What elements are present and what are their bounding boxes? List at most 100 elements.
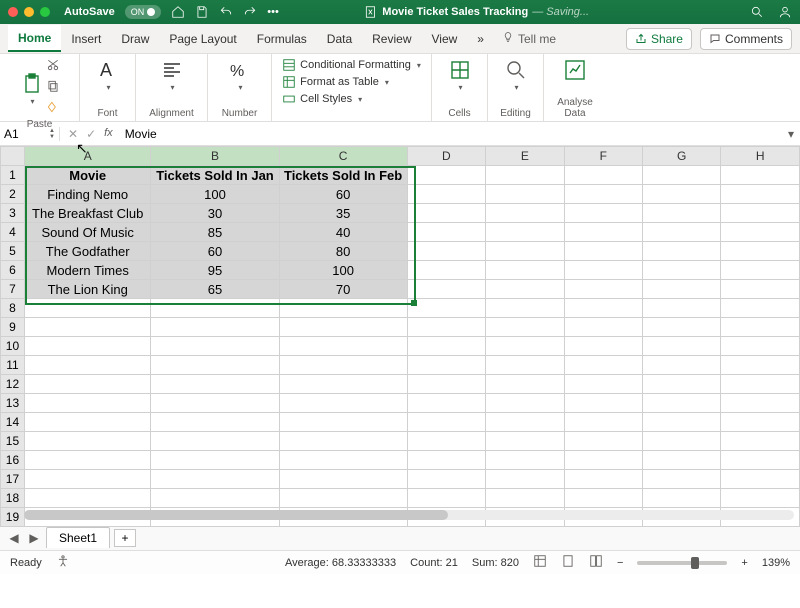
- row-header[interactable]: 8: [1, 299, 25, 318]
- tab-review[interactable]: Review: [362, 26, 421, 51]
- cell[interactable]: [151, 394, 279, 413]
- cell[interactable]: [407, 204, 485, 223]
- cell[interactable]: [564, 185, 642, 204]
- cell[interactable]: [407, 432, 485, 451]
- zoom-slider[interactable]: [637, 561, 727, 565]
- row-header[interactable]: 15: [1, 432, 25, 451]
- cell[interactable]: 70: [279, 280, 407, 299]
- cell[interactable]: [642, 185, 720, 204]
- horizontal-scrollbar[interactable]: [24, 508, 794, 522]
- cell[interactable]: [279, 356, 407, 375]
- cell[interactable]: [642, 356, 720, 375]
- zoom-level[interactable]: 139%: [762, 557, 790, 569]
- row-header[interactable]: 9: [1, 318, 25, 337]
- view-normal-icon[interactable]: [533, 554, 547, 571]
- cell[interactable]: [407, 261, 485, 280]
- row-header[interactable]: 1: [1, 166, 25, 185]
- analyse-data-button[interactable]: [563, 58, 587, 82]
- cancel-icon[interactable]: ✕: [68, 127, 78, 141]
- enter-icon[interactable]: ✓: [86, 127, 96, 141]
- comments-button[interactable]: Comments: [700, 28, 792, 50]
- account-icon[interactable]: [778, 5, 792, 19]
- cell[interactable]: [721, 261, 800, 280]
- cell[interactable]: [279, 375, 407, 394]
- row-header[interactable]: 6: [1, 261, 25, 280]
- cell[interactable]: [486, 185, 564, 204]
- editing-button[interactable]: [504, 58, 528, 92]
- cell[interactable]: [486, 356, 564, 375]
- accessibility-icon[interactable]: [56, 554, 70, 571]
- cell[interactable]: [486, 432, 564, 451]
- cell[interactable]: [642, 489, 720, 508]
- zoom-out-button[interactable]: −: [617, 557, 623, 569]
- cell[interactable]: [407, 242, 485, 261]
- cell[interactable]: [486, 413, 564, 432]
- more-icon[interactable]: •••: [267, 6, 279, 18]
- spreadsheet-grid[interactable]: ABCDEFGH1MovieTickets Sold In JanTickets…: [0, 146, 800, 524]
- cell[interactable]: 60: [279, 185, 407, 204]
- cell[interactable]: 85: [151, 223, 279, 242]
- sheet-tab[interactable]: Sheet1: [46, 527, 110, 548]
- cell[interactable]: [642, 432, 720, 451]
- cell[interactable]: 60: [151, 242, 279, 261]
- cell[interactable]: [564, 451, 642, 470]
- cell[interactable]: [279, 489, 407, 508]
- cell[interactable]: [407, 470, 485, 489]
- cell[interactable]: [486, 223, 564, 242]
- cell[interactable]: [642, 394, 720, 413]
- cell[interactable]: [564, 318, 642, 337]
- cell[interactable]: [24, 451, 150, 470]
- cell[interactable]: [721, 204, 800, 223]
- row-header[interactable]: 5: [1, 242, 25, 261]
- cell[interactable]: [407, 166, 485, 185]
- cell[interactable]: [151, 337, 279, 356]
- cell[interactable]: [486, 451, 564, 470]
- cells-button[interactable]: [448, 58, 472, 92]
- tab-formulas[interactable]: Formulas: [247, 26, 317, 51]
- formula-expand-icon[interactable]: ▾: [782, 127, 800, 141]
- cell[interactable]: [721, 451, 800, 470]
- share-button[interactable]: Share: [626, 28, 692, 50]
- cell[interactable]: [642, 261, 720, 280]
- cell[interactable]: Movie: [24, 166, 150, 185]
- sheet-nav-prev[interactable]: ◀: [6, 531, 22, 545]
- tab-home[interactable]: Home: [8, 25, 61, 52]
- cell[interactable]: [486, 166, 564, 185]
- column-header[interactable]: A: [24, 147, 150, 166]
- autosave-toggle[interactable]: ON: [125, 5, 162, 19]
- cell[interactable]: [564, 337, 642, 356]
- select-all-cell[interactable]: [1, 147, 25, 166]
- cell[interactable]: [24, 375, 150, 394]
- row-header[interactable]: 11: [1, 356, 25, 375]
- cell[interactable]: [642, 204, 720, 223]
- cut-icon[interactable]: [46, 58, 60, 77]
- cell[interactable]: [721, 185, 800, 204]
- cell[interactable]: [721, 356, 800, 375]
- cell[interactable]: [279, 394, 407, 413]
- cell[interactable]: [564, 166, 642, 185]
- cell[interactable]: [486, 470, 564, 489]
- cell[interactable]: [564, 489, 642, 508]
- row-header[interactable]: 14: [1, 413, 25, 432]
- cell[interactable]: [407, 185, 485, 204]
- cell[interactable]: The Breakfast Club: [24, 204, 150, 223]
- cell[interactable]: [279, 337, 407, 356]
- tab-data[interactable]: Data: [317, 26, 362, 51]
- cell[interactable]: [151, 299, 279, 318]
- tab-insert[interactable]: Insert: [61, 26, 111, 51]
- cell[interactable]: [151, 413, 279, 432]
- minimize-window-icon[interactable]: [24, 7, 34, 17]
- cell[interactable]: [486, 375, 564, 394]
- undo-icon[interactable]: [219, 5, 233, 19]
- cell[interactable]: [279, 318, 407, 337]
- cell[interactable]: [564, 470, 642, 489]
- row-header[interactable]: 7: [1, 280, 25, 299]
- column-header[interactable]: D: [407, 147, 485, 166]
- cell[interactable]: [642, 166, 720, 185]
- redo-icon[interactable]: [243, 5, 257, 19]
- cell[interactable]: [24, 356, 150, 375]
- row-header[interactable]: 4: [1, 223, 25, 242]
- row-header[interactable]: 13: [1, 394, 25, 413]
- cell[interactable]: [642, 375, 720, 394]
- home-icon[interactable]: [171, 5, 185, 19]
